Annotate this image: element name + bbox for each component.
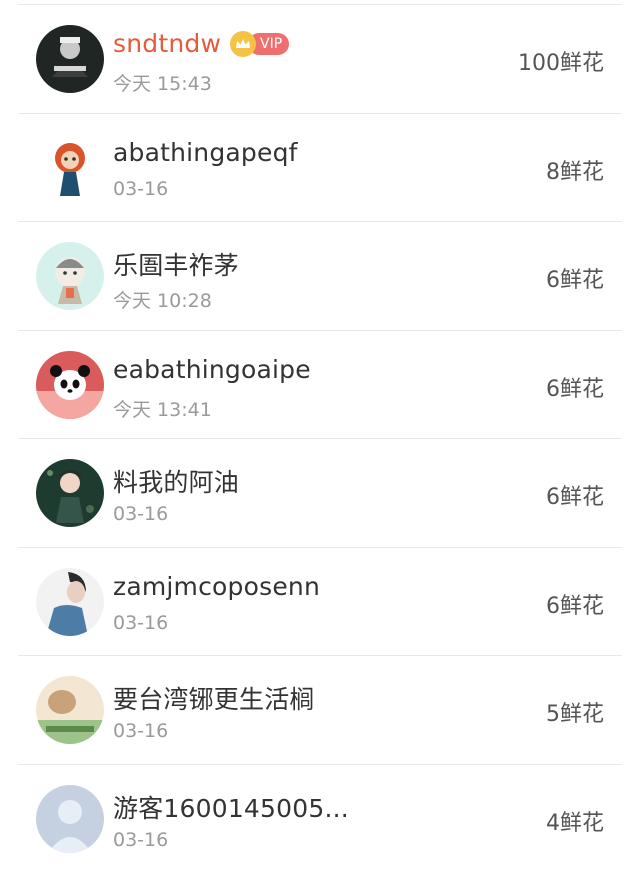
list-item[interactable]: zamjmcoposenn 03-16 6鲜花 <box>18 548 622 656</box>
gift-time: 今天 13:41 <box>113 398 212 421</box>
flower-count: 4鲜花 <box>546 810 604 836</box>
username[interactable]: abathingapeqf <box>113 138 298 167</box>
gift-time: 03-16 <box>113 177 169 200</box>
list-item[interactable]: 料我的阿油 03-16 6鲜花 <box>18 439 622 548</box>
avatar-man-photo-icon[interactable] <box>36 567 104 636</box>
gift-list: sndtndw VIP 今天 15:43 100鲜花 abathingapeqf… <box>0 5 640 869</box>
gift-ranking-page: sndtndw VIP 今天 15:43 100鲜花 abathingapeqf… <box>0 0 640 869</box>
flower-count: 100鲜花 <box>518 51 604 76</box>
flower-count: 5鲜花 <box>546 702 604 727</box>
flower-count: 6鲜花 <box>546 376 604 402</box>
username[interactable]: zamjmcoposenn <box>113 572 320 601</box>
username[interactable]: 料我的阿油 <box>113 463 239 499</box>
list-item[interactable]: 要台湾铘更生活榈 03-16 5鲜花 <box>18 656 622 765</box>
avatar-landscape-icon[interactable] <box>36 676 104 744</box>
list-item[interactable]: eabathingoaipe 今天 13:41 6鲜花 <box>18 331 622 439</box>
gift-time: 03-16 <box>113 611 169 634</box>
crown-icon <box>230 31 256 57</box>
flower-count: 6鲜花 <box>546 485 604 510</box>
flower-count: 6鲜花 <box>546 593 604 619</box>
list-item[interactable]: 乐圄丰祚茅 今天 10:28 6鲜花 <box>18 222 622 331</box>
gift-time: 今天 10:28 <box>113 290 212 312</box>
gift-time: 03-16 <box>113 503 169 525</box>
list-item[interactable]: 游客1600145005... 03-16 4鲜花 <box>18 765 622 869</box>
username[interactable]: 游客1600145005... <box>113 789 349 825</box>
flower-count: 8鲜花 <box>546 159 604 185</box>
gift-time: 03-16 <box>113 828 169 851</box>
username[interactable]: 要台湾铘更生活榈 <box>113 680 315 716</box>
avatar-coup-detat-icon[interactable] <box>36 25 104 93</box>
list-item[interactable]: sndtndw VIP 今天 15:43 100鲜花 <box>18 5 622 114</box>
avatar-cartoon-cat-icon[interactable] <box>36 242 104 310</box>
gift-time: 03-16 <box>113 720 169 742</box>
vip-badge: VIP <box>230 31 290 57</box>
flower-count: 6鲜花 <box>546 268 604 293</box>
username[interactable]: eabathingoaipe <box>113 355 311 384</box>
list-item[interactable]: abathingapeqf 03-16 8鲜花 <box>18 114 622 222</box>
default-avatar-icon[interactable] <box>36 784 104 853</box>
gift-time: 今天 15:43 <box>113 73 212 95</box>
avatar-cartoon-girl-icon[interactable] <box>36 133 104 202</box>
username[interactable]: sndtndw <box>113 29 221 58</box>
username[interactable]: 乐圄丰祚茅 <box>113 246 239 282</box>
avatar-panda-icon[interactable] <box>36 350 104 419</box>
avatar-girl-photo-icon[interactable] <box>36 459 104 527</box>
